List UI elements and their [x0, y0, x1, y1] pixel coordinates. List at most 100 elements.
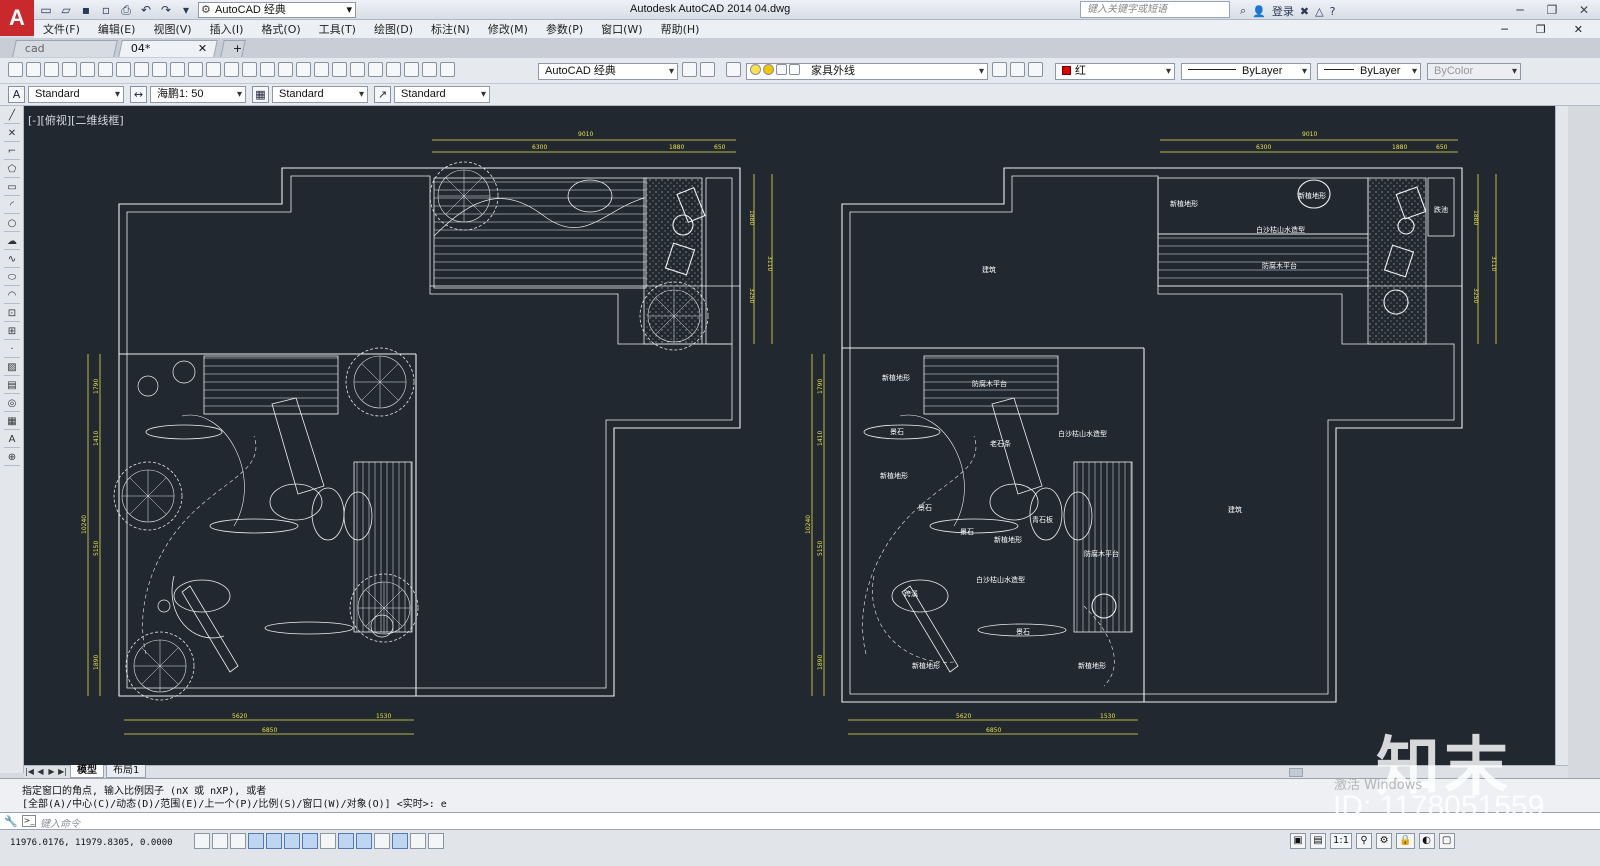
match-props-icon[interactable]	[188, 62, 203, 77]
zoom-window-icon[interactable]	[296, 62, 311, 77]
osnap-icon[interactable]	[266, 833, 282, 849]
menu-help[interactable]: 帮助(H)	[652, 21, 709, 37]
design-center-icon[interactable]	[350, 62, 365, 77]
redo-icon[interactable]: ↷	[158, 2, 174, 18]
signin-link[interactable]: 登录	[1272, 3, 1294, 19]
construction-line-icon[interactable]: ✕	[4, 127, 20, 142]
new-tab-button[interactable]: +	[220, 40, 246, 57]
new-file-icon[interactable]: ▭	[38, 2, 54, 18]
scroll-thumb[interactable]	[1289, 768, 1303, 777]
menu-modify[interactable]: 修改(M)	[479, 21, 537, 37]
plot-icon[interactable]	[62, 62, 77, 77]
mdi-close-icon[interactable]: ✕	[1565, 23, 1592, 36]
annotation-visibility-icon[interactable]: ⚲	[1356, 833, 1373, 849]
exchange-icon[interactable]: ✖	[1300, 5, 1309, 18]
cut-icon[interactable]	[134, 62, 149, 77]
file-tab-04[interactable]: 04* ✕	[118, 40, 218, 57]
sc-icon[interactable]	[410, 833, 426, 849]
menu-draw[interactable]: 绘图(D)	[365, 21, 422, 37]
multileader-style-icon[interactable]: ↗	[374, 86, 391, 103]
menu-parametric[interactable]: 参数(P)	[537, 21, 592, 37]
last-layout-icon[interactable]: ▶|	[57, 767, 68, 776]
minimize-button[interactable]: ─	[1504, 0, 1536, 20]
menu-insert[interactable]: 插入(I)	[201, 21, 253, 37]
save-as-icon[interactable]: ▫	[98, 2, 114, 18]
ducs-icon[interactable]	[320, 833, 336, 849]
tool-palettes-icon[interactable]	[368, 62, 383, 77]
help-icon[interactable]: ?	[1330, 5, 1336, 18]
text-style-icon[interactable]: A	[8, 86, 25, 103]
menu-file[interactable]: 文件(F)	[34, 21, 89, 37]
sun-icon[interactable]	[763, 64, 774, 75]
close-tab-icon[interactable]: ✕	[198, 41, 207, 57]
workspace-combo[interactable]: AutoCAD 经典	[538, 63, 678, 80]
menu-edit[interactable]: 编辑(E)	[89, 21, 145, 37]
binoculars-icon[interactable]: ⌕	[1240, 4, 1246, 18]
search-input[interactable]: 键入关键字或短语	[1080, 1, 1230, 18]
first-layout-icon[interactable]: |◀	[24, 767, 35, 776]
polygon-icon[interactable]: ⬠	[4, 163, 20, 178]
mdi-minimize-icon[interactable]: ─	[1492, 23, 1517, 36]
linetype-combo[interactable]: ByLayer	[1181, 63, 1311, 80]
arc-icon[interactable]: ◜	[4, 199, 20, 214]
menu-dimension[interactable]: 标注(N)	[422, 21, 479, 37]
multileader-style-combo[interactable]: Standard	[394, 86, 490, 103]
qnew-icon[interactable]	[8, 62, 23, 77]
qp-icon[interactable]	[392, 833, 408, 849]
markup-icon[interactable]	[404, 62, 419, 77]
tab-model[interactable]: 模型	[70, 765, 104, 778]
model-space-icon[interactable]: ▣	[1290, 833, 1306, 849]
menu-tools[interactable]: 工具(T)	[310, 21, 365, 37]
properties-icon[interactable]	[332, 62, 347, 77]
annotation-scale[interactable]: 1:1	[1330, 833, 1353, 849]
wrench-icon[interactable]: 🔧	[4, 815, 18, 828]
line-icon[interactable]: ╱	[4, 109, 20, 124]
hatch-icon[interactable]: ▨	[4, 361, 20, 376]
file-tab-cad[interactable]: cad	[12, 40, 118, 57]
lightbulb-icon[interactable]	[750, 64, 761, 75]
zoom-previous-icon[interactable]	[314, 62, 329, 77]
close-button[interactable]: ✕	[1568, 0, 1600, 20]
3dprint-icon[interactable]	[116, 62, 131, 77]
zoom-realtime-icon[interactable]	[278, 62, 293, 77]
save-icon[interactable]	[44, 62, 59, 77]
clean-screen-icon[interactable]: ▢	[1438, 833, 1455, 849]
lock-ui-icon[interactable]: 🔒	[1396, 833, 1415, 849]
pan-icon[interactable]	[260, 62, 275, 77]
vertical-scrollbar[interactable]	[1555, 106, 1568, 765]
layer-color-icon[interactable]	[789, 64, 800, 75]
undo-icon[interactable]: ↶	[138, 2, 154, 18]
menu-view[interactable]: 视图(V)	[144, 21, 200, 37]
circle-icon[interactable]: ○	[4, 217, 20, 232]
layer-states-icon[interactable]	[1028, 62, 1043, 77]
table-icon[interactable]: ▦	[4, 415, 20, 430]
drawing-canvas[interactable]: [-][俯视][二维线框] 9010 6300 1880 650 1880 31…	[24, 106, 1555, 765]
tpy-icon[interactable]	[374, 833, 390, 849]
command-prompt-icon[interactable]: >_	[22, 815, 36, 827]
mdi-restore-icon[interactable]: ❐	[1527, 23, 1555, 36]
open-icon[interactable]	[26, 62, 41, 77]
ortho-icon[interactable]	[230, 833, 246, 849]
dim-style-combo[interactable]: 海鹏1: 50	[150, 86, 246, 103]
autocad-logo-icon[interactable]: A	[0, 0, 34, 36]
region-icon[interactable]: ◎	[4, 397, 20, 412]
menu-format[interactable]: 格式(O)	[252, 21, 309, 37]
workspace-switch-icon[interactable]: ⚙	[1376, 833, 1393, 849]
copy-icon[interactable]	[152, 62, 167, 77]
tab-layout1[interactable]: 布局1	[106, 765, 147, 778]
3dosnap-icon[interactable]	[284, 833, 300, 849]
make-current-icon[interactable]	[992, 62, 1007, 77]
redo-icon[interactable]	[242, 62, 257, 77]
polar-icon[interactable]	[248, 833, 264, 849]
text-style-combo[interactable]: Standard	[28, 86, 124, 103]
color-combo[interactable]: 红	[1055, 63, 1175, 80]
spline-icon[interactable]: ∿	[4, 253, 20, 268]
open-file-icon[interactable]: ▱	[58, 2, 74, 18]
triangle-icon[interactable]: △	[1315, 5, 1323, 18]
mtext-icon[interactable]: A	[4, 433, 20, 448]
workspace-settings-icon[interactable]	[682, 62, 697, 77]
next-layout-icon[interactable]: ▶	[46, 767, 57, 776]
quick-view-icon[interactable]: ▤	[1310, 833, 1326, 849]
help-icon[interactable]	[440, 62, 455, 77]
point-icon[interactable]: ·	[4, 343, 20, 358]
